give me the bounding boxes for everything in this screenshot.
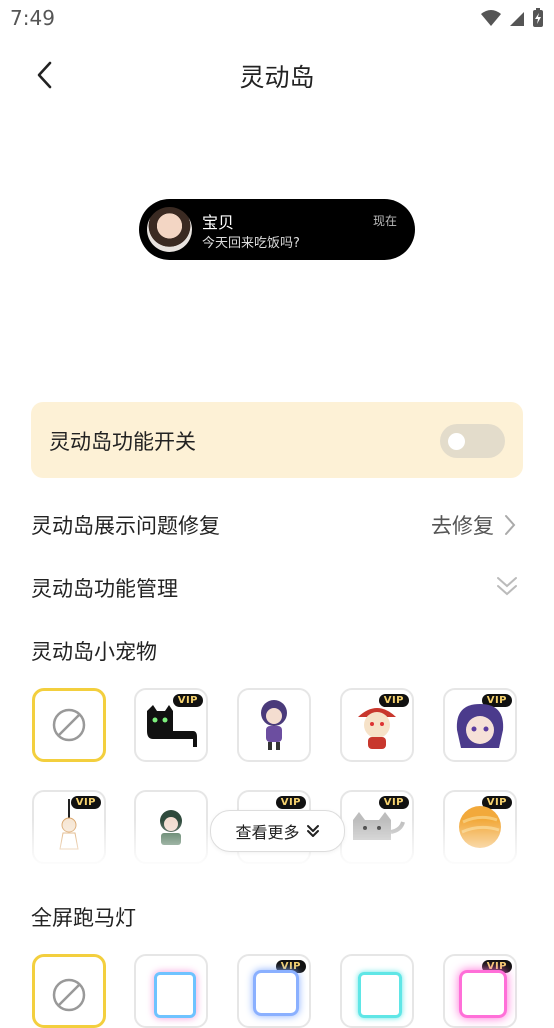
red-hat-chibi-icon xyxy=(358,708,396,749)
wifi-icon xyxy=(481,10,501,26)
chevron-right-icon[interactable] xyxy=(504,514,516,536)
island-preview: 宝贝 今天回来吃饭吗? 现在 xyxy=(139,199,415,260)
feature-toggle-label: 灵动岛功能开关 xyxy=(49,430,196,454)
manage-row-label[interactable]: 灵动岛功能管理 xyxy=(31,573,178,603)
marquee-section-title: 全屏跑马灯 xyxy=(31,906,136,930)
island-contact-name: 宝贝 xyxy=(202,213,235,232)
none-icon xyxy=(52,978,86,1012)
marquee-option-blue-neon[interactable]: VIP xyxy=(237,954,311,1028)
page-title: 灵动岛 xyxy=(239,63,315,92)
none-icon xyxy=(52,708,86,742)
status-time: 7:49 xyxy=(10,6,55,30)
feature-toggle-card: 灵动岛功能开关 xyxy=(31,402,523,478)
island-time: 现在 xyxy=(372,214,397,228)
blue-pink-frame-icon xyxy=(154,972,196,1018)
marquee-option-pink-glow[interactable]: VIP xyxy=(443,954,517,1028)
marquee-option-blue-pink[interactable] xyxy=(134,954,208,1028)
pet-option-red-chibi[interactable]: VIP xyxy=(340,688,414,762)
avatar xyxy=(147,207,192,252)
vip-badge: VIP xyxy=(275,796,306,809)
feature-toggle-switch[interactable] xyxy=(440,424,505,458)
pet-option-purple-chibi[interactable] xyxy=(237,688,311,762)
chevron-double-down-icon[interactable] xyxy=(495,574,519,598)
pet-option-purple-face[interactable]: VIP xyxy=(443,688,517,762)
see-more-label: 查看更多 xyxy=(235,823,300,842)
island-message: 今天回来吃饭吗? xyxy=(202,236,300,251)
vip-badge: VIP xyxy=(378,796,409,809)
battery-icon xyxy=(533,8,543,27)
repair-row-label[interactable]: 灵动岛展示问题修复 xyxy=(31,510,220,540)
blue-neon-frame-icon xyxy=(253,970,299,1016)
signal-icon xyxy=(510,12,524,26)
toggle-knob xyxy=(448,433,465,450)
chevron-double-down-icon xyxy=(306,825,319,837)
pet-none-option[interactable] xyxy=(32,688,106,762)
marquee-none-option[interactable] xyxy=(32,954,106,1028)
marquee-option-cyan[interactable] xyxy=(340,954,414,1028)
pet-option-black-cat[interactable]: VIP xyxy=(134,688,208,762)
pink-glow-frame-icon xyxy=(459,970,507,1018)
purple-face-icon xyxy=(456,704,504,748)
black-cat-icon xyxy=(147,705,197,747)
repair-action-link[interactable]: 去修复 xyxy=(431,510,494,540)
status-icons xyxy=(480,8,544,28)
purple-chibi-icon xyxy=(261,700,287,750)
see-more-button[interactable]: 查看更多 xyxy=(210,810,345,852)
pets-section-title: 灵动岛小宠物 xyxy=(31,640,157,664)
cyan-frame-icon xyxy=(358,972,402,1018)
